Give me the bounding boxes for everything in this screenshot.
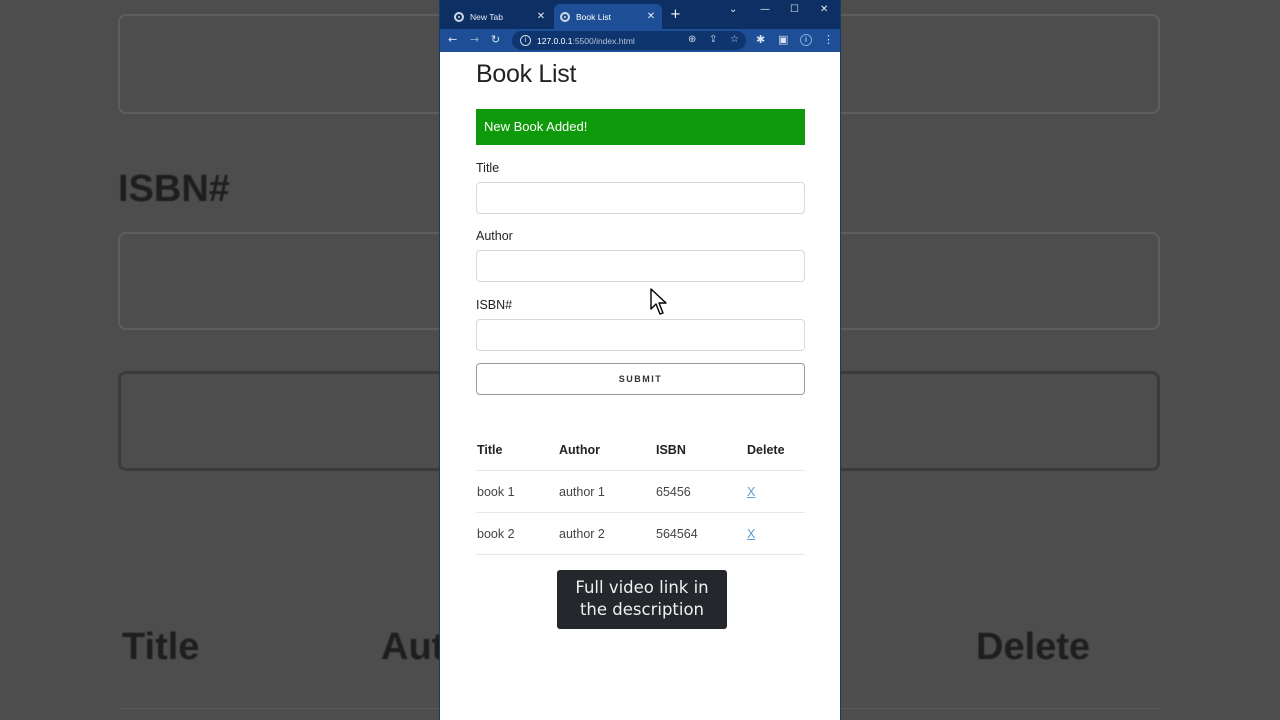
page-content: Book List New Book Added! Title Author I… <box>440 52 840 720</box>
mouse-cursor-icon <box>650 288 667 315</box>
window-close-icon[interactable]: ✕ <box>820 3 828 17</box>
extensions-icon[interactable]: ✱ <box>756 33 765 47</box>
bg-col-author: Aut <box>381 626 445 668</box>
delete-link[interactable]: X <box>747 527 755 541</box>
cell-author: author 2 <box>559 526 605 541</box>
header-isbn: ISBN <box>656 443 686 457</box>
success-alert: New Book Added! <box>476 109 805 145</box>
close-icon[interactable]: ✕ <box>644 11 658 22</box>
author-input[interactable] <box>476 250 805 282</box>
browser-toolbar: ← → ↻ i 127.0.0.1:5500/index.html ⊕ ⇪ ☆ … <box>440 29 840 52</box>
profile-avatar[interactable]: i <box>800 34 812 46</box>
cell-title: book 2 <box>477 526 515 541</box>
table-row: book 2 author 2 564564 X <box>476 513 805 555</box>
bg-col-delete: Delete <box>976 626 1091 668</box>
submit-button[interactable]: SUBMIT <box>476 363 805 395</box>
cell-isbn: 564564 <box>656 526 698 541</box>
tab-new-tab[interactable]: New Tab ✕ <box>448 4 552 29</box>
bookmark-star-icon[interactable]: ☆ <box>730 34 739 46</box>
cell-author: author 1 <box>559 484 605 499</box>
table-header-row: Title Author ISBN Delete <box>476 428 805 471</box>
cell-isbn: 65456 <box>656 484 691 499</box>
cell-delete: X <box>747 513 755 554</box>
tab-search-icon[interactable]: ⌄ <box>729 3 737 17</box>
bg-isbn-heading: ISBN# <box>118 168 230 210</box>
cell-delete: X <box>747 471 755 512</box>
menu-kebab-icon[interactable]: ⋮ <box>823 33 834 47</box>
page-title: Book List <box>476 60 577 88</box>
author-label: Author <box>476 229 513 243</box>
tab-strip: New Tab ✕ Book List ✕ + ⌄ — ☐ ✕ <box>440 0 840 29</box>
reload-icon[interactable]: ↻ <box>491 33 500 47</box>
tab-book-list[interactable]: Book List ✕ <box>554 4 662 29</box>
delete-link[interactable]: X <box>747 485 755 499</box>
book-table: Title Author ISBN Delete book 1 author 1… <box>476 428 805 555</box>
zoom-icon[interactable]: ⊕ <box>688 34 696 46</box>
isbn-input[interactable] <box>476 319 805 351</box>
close-icon[interactable]: ✕ <box>534 11 548 22</box>
tab-label: New Tab <box>470 11 503 22</box>
cell-title: book 1 <box>477 484 515 499</box>
table-row: book 1 author 1 65456 X <box>476 471 805 513</box>
tab-label: Book List <box>576 11 611 22</box>
address-bar[interactable]: i 127.0.0.1:5500/index.html ⊕ ⇪ ☆ <box>512 31 746 50</box>
minimize-icon[interactable]: — <box>760 3 770 17</box>
video-link-tooltip: Full video link in the description <box>557 570 727 629</box>
back-icon[interactable]: ← <box>448 33 457 47</box>
browser-window: New Tab ✕ Book List ✕ + ⌄ — ☐ ✕ ← → ↻ i … <box>439 0 841 720</box>
side-panel-icon[interactable]: ▣ <box>778 33 788 47</box>
forward-icon[interactable]: → <box>470 33 479 47</box>
isbn-label: ISBN# <box>476 298 513 312</box>
chrome-icon <box>454 11 464 22</box>
globe-icon <box>560 11 570 22</box>
title-input[interactable] <box>476 182 805 214</box>
maximize-icon[interactable]: ☐ <box>790 3 799 17</box>
header-delete: Delete <box>747 443 785 457</box>
tooltip-line-1: Full video link in <box>575 578 709 597</box>
header-title: Title <box>477 443 503 457</box>
info-icon[interactable]: i <box>520 35 531 46</box>
title-label: Title <box>476 161 500 175</box>
url-text[interactable]: 127.0.0.1:5500/index.html <box>537 36 635 46</box>
new-tab-button[interactable]: + <box>670 8 681 22</box>
bg-col-title: Title <box>122 626 200 668</box>
header-author: Author <box>559 443 600 457</box>
share-icon[interactable]: ⇪ <box>709 34 717 46</box>
tooltip-line-2: the description <box>579 600 705 619</box>
